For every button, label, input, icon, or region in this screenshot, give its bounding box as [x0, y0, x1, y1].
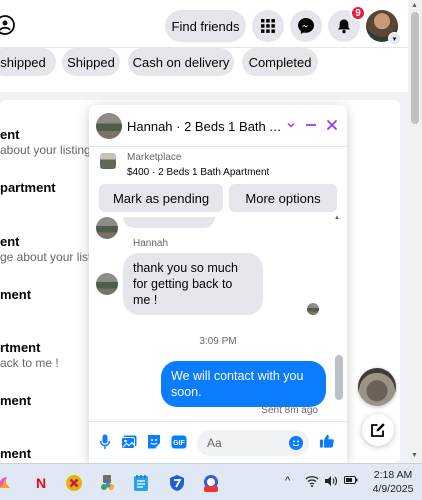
messenger-button[interactable] — [290, 10, 322, 42]
marketplace-context: Marketplace $400 · 2 Beds 1 Bath Apartme… — [89, 147, 347, 215]
apps-menu-button[interactable] — [252, 10, 284, 42]
svg-text:GIF: GIF — [173, 440, 185, 447]
top-nav: Find friends 9 ▾ — [0, 0, 408, 48]
listing-title[interactable]: partment — [0, 180, 56, 195]
more-options-button[interactable]: More options — [229, 184, 337, 212]
app-icon-colors[interactable] — [98, 473, 118, 493]
app-icon-x[interactable] — [64, 473, 84, 493]
seen-avatar — [307, 303, 319, 315]
scroll-up-arrow[interactable]: ▲ — [411, 2, 418, 9]
emoji-icon[interactable] — [289, 436, 303, 450]
photo-icon[interactable] — [121, 434, 137, 450]
listing-title[interactable]: ment — [0, 393, 31, 408]
message-composer: GIF Aa — [89, 421, 347, 463]
clock-time: 2:18 AM — [373, 469, 413, 481]
message-timestamp: 3:09 PM — [199, 336, 237, 347]
message-bubble-partial — [123, 217, 215, 228]
listing-title[interactable]: ent — [0, 127, 20, 142]
chat-window: Hannah · 2 Beds 1 Bath Ap... Marketplace… — [89, 105, 347, 463]
messenger-icon — [298, 18, 314, 34]
incoming-message[interactable]: thank you so much for getting back to me… — [123, 253, 263, 315]
gif-icon[interactable]: GIF — [171, 434, 187, 450]
thumbs-up-icon[interactable] — [319, 433, 335, 449]
chevron-down-icon[interactable] — [281, 115, 301, 135]
listing-summary[interactable]: $400 · 2 Beds 1 Bath Apartment — [127, 167, 269, 178]
message-thread: Hannah thank you so much for getting bac… — [89, 217, 347, 421]
sender-avatar — [96, 273, 118, 295]
menu-icon[interactable] — [0, 14, 16, 36]
app-icon-badge[interactable] — [201, 473, 221, 493]
listing-title[interactable]: ment — [0, 446, 31, 461]
netflix-icon[interactable]: N — [31, 473, 51, 493]
chevron-up-icon[interactable]: ^ — [285, 475, 290, 487]
minimize-icon[interactable] — [301, 115, 321, 135]
sticker-icon[interactable] — [146, 434, 162, 450]
scroll-down-arrow[interactable]: ▼ — [411, 452, 418, 459]
listing-subtitle: about your listing — [0, 143, 91, 157]
copilot-icon[interactable] — [0, 473, 14, 493]
sender-avatar — [96, 217, 118, 239]
chat-head-avatar[interactable] — [358, 368, 396, 406]
chat-scroll-thumb[interactable] — [335, 355, 343, 400]
chip-cash-on-delivery[interactable]: Cash on delivery — [128, 48, 234, 76]
close-icon[interactable] — [322, 115, 342, 135]
chat-title[interactable]: Hannah · 2 Beds 1 Bath Ap... — [127, 119, 282, 134]
notification-badge: 9 — [350, 5, 366, 21]
bell-icon — [338, 19, 350, 34]
notifications-button[interactable]: 9 — [328, 5, 366, 42]
page-scroll-thumb[interactable] — [411, 12, 419, 124]
new-message-button[interactable] — [362, 414, 394, 446]
chip-completed[interactable]: Completed — [242, 48, 318, 76]
sender-name: Hannah — [133, 238, 169, 249]
profile-avatar[interactable]: ▾ — [366, 10, 401, 45]
microphone-icon[interactable] — [97, 434, 113, 450]
volume-icon[interactable] — [324, 475, 338, 490]
grid-icon — [261, 19, 275, 33]
find-friends-button[interactable]: Find friends — [165, 10, 246, 42]
chat-scroll-up-arrow[interactable]: ▲ — [334, 215, 340, 221]
taskbar: N ^ 2:18 AM 4/9/2025 — [0, 463, 422, 500]
listing-subtitle: ge about your listi — [0, 250, 95, 264]
shield-icon[interactable] — [167, 473, 187, 493]
chip-shipped[interactable]: Shipped — [62, 48, 120, 76]
filter-chips: shipped Shipped Cash on delivery Complet… — [0, 48, 408, 92]
chat-header[interactable]: Hannah · 2 Beds 1 Bath Ap... — [89, 105, 347, 147]
chip-not-shipped[interactable]: shipped — [0, 48, 56, 76]
sent-status: Sent 8m ago — [261, 405, 318, 416]
system-clock[interactable]: 2:18 AM 4/9/2025 — [365, 468, 421, 496]
wifi-icon[interactable] — [305, 475, 319, 490]
listing-thumbnail[interactable] — [100, 153, 116, 169]
listing-title[interactable]: ent — [0, 234, 20, 249]
notepad-icon[interactable] — [131, 473, 151, 493]
listing-title[interactable]: ment — [0, 287, 31, 302]
compose-icon — [371, 423, 385, 437]
chat-avatar[interactable] — [96, 113, 122, 139]
listing-subtitle: ack to me ! — [0, 356, 59, 370]
chevron-down-icon: ▾ — [388, 32, 401, 45]
page: Find friends 9 ▾ shipped Shipped Cash on… — [0, 0, 422, 500]
listing-title[interactable]: rtment — [0, 340, 40, 355]
marketplace-label: Marketplace — [127, 152, 182, 163]
battery-icon[interactable] — [344, 475, 358, 488]
outgoing-message[interactable]: We will contact with you soon. — [161, 361, 326, 407]
mark-as-pending-button[interactable]: Mark as pending — [99, 184, 223, 212]
clock-date: 4/9/2025 — [372, 483, 414, 495]
